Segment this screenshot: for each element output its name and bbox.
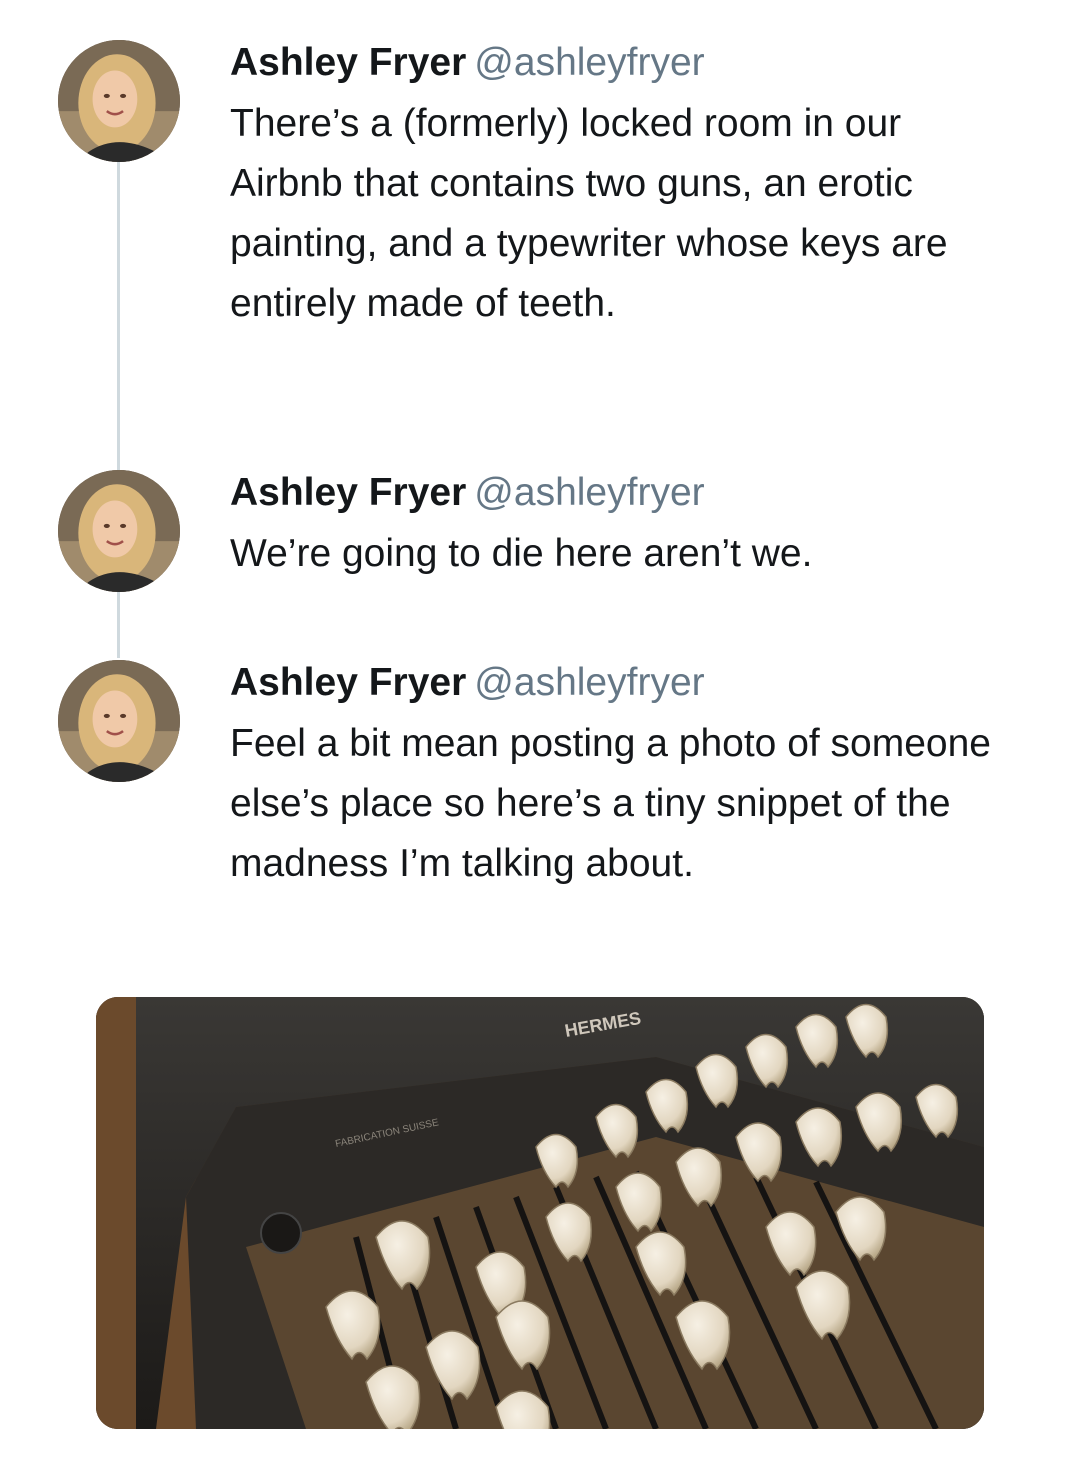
author-handle[interactable]: @ashleyfryer [474,471,704,514]
avatar[interactable] [58,470,180,592]
tweet-text: Feel a bit mean posting a photo of someo… [230,722,991,885]
avatar[interactable] [58,40,180,162]
author-name[interactable]: Ashley Fryer [230,661,466,704]
tweet-text: There’s a (formerly) locked room in our … [230,102,948,325]
avatar[interactable] [58,660,180,782]
author-handle[interactable]: @ashleyfryer [474,661,704,704]
tweet-photo[interactable]: HERMES FABRICATION SUISSE [96,997,984,1429]
author-handle[interactable]: @ashleyfryer [474,41,704,84]
thread-line [117,162,120,470]
thread-line [117,592,120,658]
tweet-text: We’re going to die here aren’t we. [230,532,813,575]
author-name[interactable]: Ashley Fryer [230,471,466,514]
author-name[interactable]: Ashley Fryer [230,41,466,84]
